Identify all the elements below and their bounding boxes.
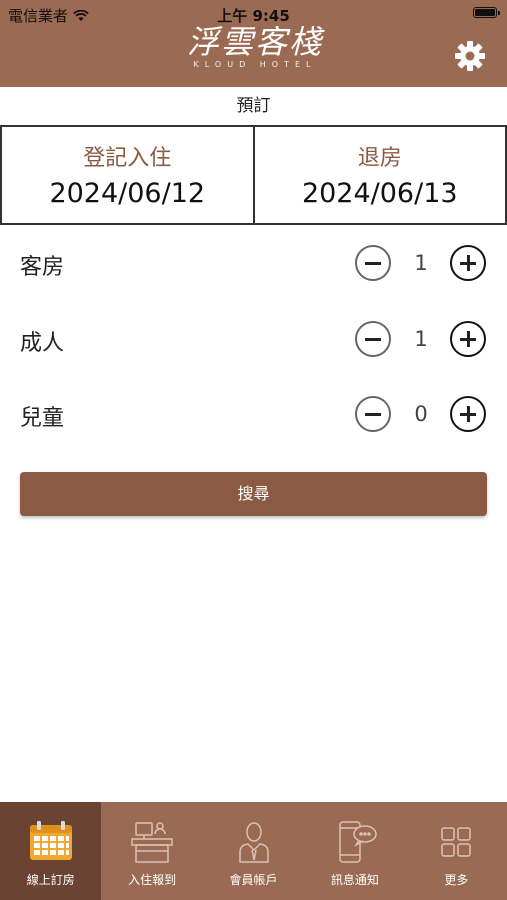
checkout-date-box[interactable]: 退房 2024/06/13 — [254, 125, 507, 225]
rooms-count: 1 — [414, 251, 428, 275]
phone-message-icon — [339, 821, 377, 863]
adults-plus-button[interactable] — [450, 321, 486, 357]
settings-gear-icon[interactable] — [452, 38, 488, 74]
checkin-date-box[interactable]: 登記入住 2024/06/12 — [0, 125, 255, 225]
tab-checkin[interactable]: 入住報到 — [101, 802, 202, 900]
battery-icon — [473, 7, 500, 18]
app-header: 電信業者 上午 9:45 浮雲客棧 KLOUD HOTEL — [0, 0, 507, 87]
tab-online-booking[interactable]: 線上訂房 — [0, 802, 102, 900]
rooms-minus-button[interactable] — [355, 245, 391, 281]
tab-more[interactable]: 更多 — [406, 802, 507, 900]
logo-text: 浮雲客棧 — [186, 23, 323, 61]
tab-label: 訊息通知 — [330, 873, 379, 887]
rooms-counter: 客房 1 — [0, 236, 507, 292]
search-button[interactable]: 搜尋 — [20, 472, 487, 516]
checkout-label: 退房 — [357, 146, 402, 171]
children-plus-button[interactable] — [450, 396, 486, 432]
member-icon — [238, 822, 269, 863]
reception-desk-icon — [131, 822, 173, 863]
checkin-date: 2024/06/12 — [49, 178, 206, 209]
tab-label: 更多 — [444, 873, 469, 887]
page-title: 預訂 — [236, 96, 271, 116]
bottom-tab-bar: 線上訂房 入住報到 會員帳戶 訊息通知 更多 — [0, 802, 507, 900]
date-selector: 登記入住 2024/06/12 退房 2024/06/13 — [0, 125, 507, 225]
rooms-plus-button[interactable] — [450, 245, 486, 281]
hotel-logo: 浮雲客棧 KLOUD HOTEL — [175, 22, 335, 69]
checkout-date: 2024/06/13 — [301, 178, 458, 209]
adults-count: 1 — [414, 327, 428, 351]
tab-label: 線上訂房 — [26, 873, 75, 887]
grid-icon — [441, 827, 472, 857]
children-count: 0 — [414, 402, 428, 426]
tab-member-account[interactable]: 會員帳戶 — [203, 802, 304, 900]
children-label: 兒童 — [20, 406, 65, 431]
tab-label: 入住報到 — [128, 873, 177, 887]
adults-minus-button[interactable] — [355, 321, 391, 357]
children-minus-button[interactable] — [355, 396, 391, 432]
tab-notifications[interactable]: 訊息通知 — [304, 802, 405, 900]
tab-label: 會員帳戶 — [229, 873, 278, 887]
calendar-icon — [29, 821, 72, 860]
children-counter: 兒童 0 — [0, 387, 507, 443]
rooms-label: 客房 — [20, 255, 65, 280]
adults-label: 成人 — [20, 331, 65, 356]
logo-subtext: KLOUD HOTEL — [193, 60, 317, 69]
adults-counter: 成人 1 — [0, 312, 507, 368]
checkin-label: 登記入住 — [83, 146, 172, 171]
